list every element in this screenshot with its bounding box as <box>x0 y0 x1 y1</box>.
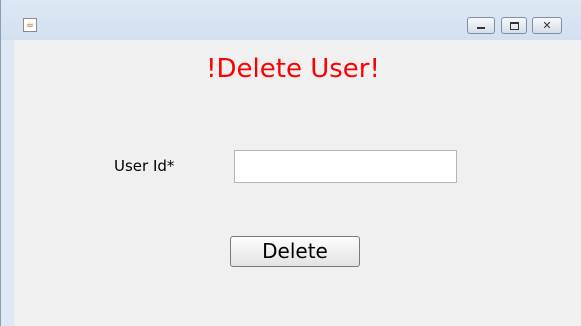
title-bar[interactable]: ☕ ✕ <box>1 0 581 40</box>
app-window: ☕ ✕ !Delete User! User Id* Delete <box>0 0 581 326</box>
page-title: !Delete User! <box>206 54 380 84</box>
java-app-icon[interactable]: ☕ <box>23 18 37 32</box>
user-id-label: User Id* <box>114 157 175 175</box>
delete-button[interactable]: Delete <box>230 236 360 267</box>
maximize-button[interactable] <box>501 17 527 34</box>
close-icon: ✕ <box>542 19 552 32</box>
close-button[interactable]: ✕ <box>532 17 562 34</box>
content-panel: !Delete User! User Id* Delete <box>14 40 581 326</box>
user-id-input[interactable] <box>234 150 457 183</box>
minimize-button[interactable] <box>467 17 495 34</box>
